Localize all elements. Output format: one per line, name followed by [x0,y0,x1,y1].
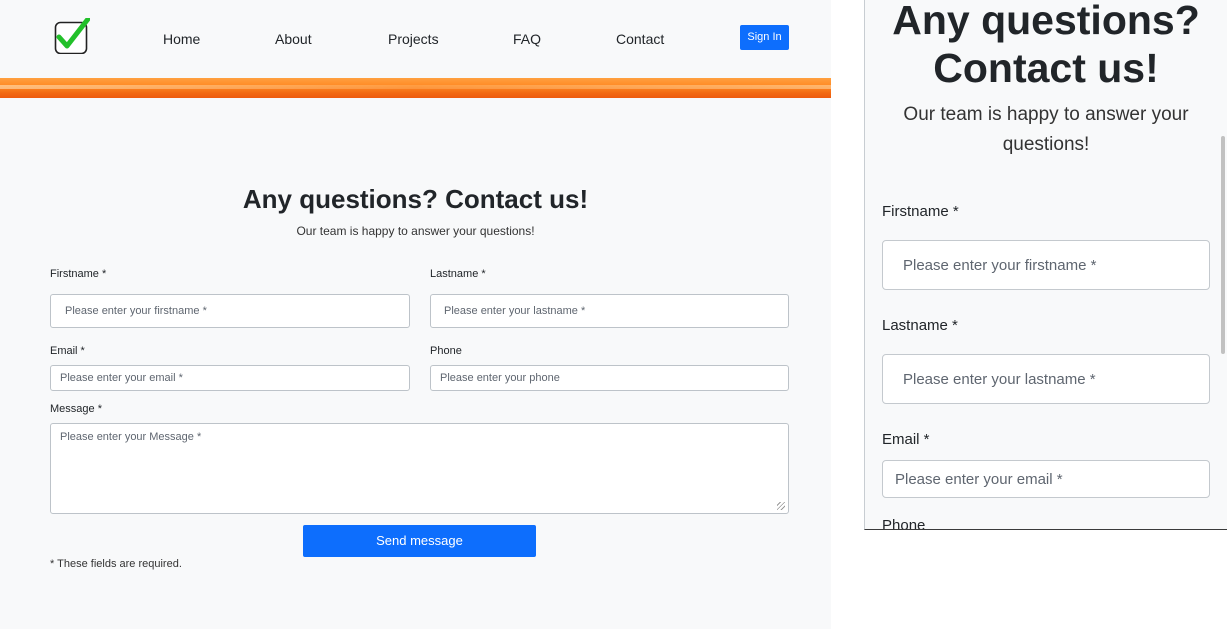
phone-label: Phone [430,345,462,357]
desktop-viewport: Home About Projects FAQ Contact Sign In … [0,0,831,629]
nav-faq[interactable]: FAQ [513,31,541,47]
mobile-page-title: Any questions? Contact us! [865,0,1227,92]
mobile-subtitle-line-2: questions! [1002,134,1090,155]
email-placeholder: Please enter your email * [60,372,183,384]
mobile-subtitle-line-1: Our team is happy to answer your [903,104,1189,125]
message-textarea[interactable]: Please enter your Message * [50,423,789,514]
email-label: Email * [50,345,85,357]
mobile-title-line-2: Contact us! [933,45,1159,91]
nav-contact[interactable]: Contact [616,31,664,47]
scrollbar-thumb[interactable] [1221,136,1225,354]
mobile-page-subtitle: Our team is happy to answer your questio… [885,100,1207,160]
required-note: * These fields are required. [50,558,182,570]
mobile-email-input[interactable]: Please enter your email * [882,460,1210,498]
resize-grip-icon[interactable] [777,502,785,510]
phone-input[interactable]: Please enter your phone [430,365,789,391]
mobile-viewport: Any questions? Contact us! Our team is h… [864,0,1227,530]
mobile-email-label: Email * [882,431,930,448]
banner-highlight [0,85,831,89]
mobile-lastname-label: Lastname * [882,317,958,334]
firstname-input[interactable]: Please enter your firstname * [50,294,410,328]
firstname-placeholder: Please enter your firstname * [65,305,207,317]
mobile-phone-label: Phone [882,517,926,530]
mobile-email-placeholder: Please enter your email * [895,470,1063,488]
page-subtitle: Our team is happy to answer your questio… [296,224,535,238]
navbar: Home About Projects FAQ Contact Sign In [0,0,831,78]
mobile-firstname-label: Firstname * [882,203,959,220]
checkmark-logo-icon[interactable] [54,18,90,54]
lastname-label: Lastname * [430,268,486,280]
email-input[interactable]: Please enter your email * [50,365,410,391]
mobile-firstname-input[interactable]: Please enter your firstname * [882,240,1210,290]
nav-about[interactable]: About [275,31,312,47]
lastname-placeholder: Please enter your lastname * [444,305,586,317]
message-placeholder: Please enter your Message * [60,431,202,443]
nav-projects[interactable]: Projects [388,31,439,47]
send-message-button[interactable]: Send message [303,525,536,557]
mobile-title-line-1: Any questions? [892,0,1200,43]
firstname-label: Firstname * [50,268,107,280]
mobile-firstname-placeholder: Please enter your firstname * [903,256,1097,274]
nav-home[interactable]: Home [163,31,200,47]
sign-in-button[interactable]: Sign In [740,25,789,50]
message-label: Message * [50,403,102,415]
phone-placeholder: Please enter your phone [440,372,560,384]
mobile-lastname-placeholder: Please enter your lastname * [903,370,1096,388]
lastname-input[interactable]: Please enter your lastname * [430,294,789,328]
page-title: Any questions? Contact us! [242,184,589,214]
mobile-lastname-input[interactable]: Please enter your lastname * [882,354,1210,404]
